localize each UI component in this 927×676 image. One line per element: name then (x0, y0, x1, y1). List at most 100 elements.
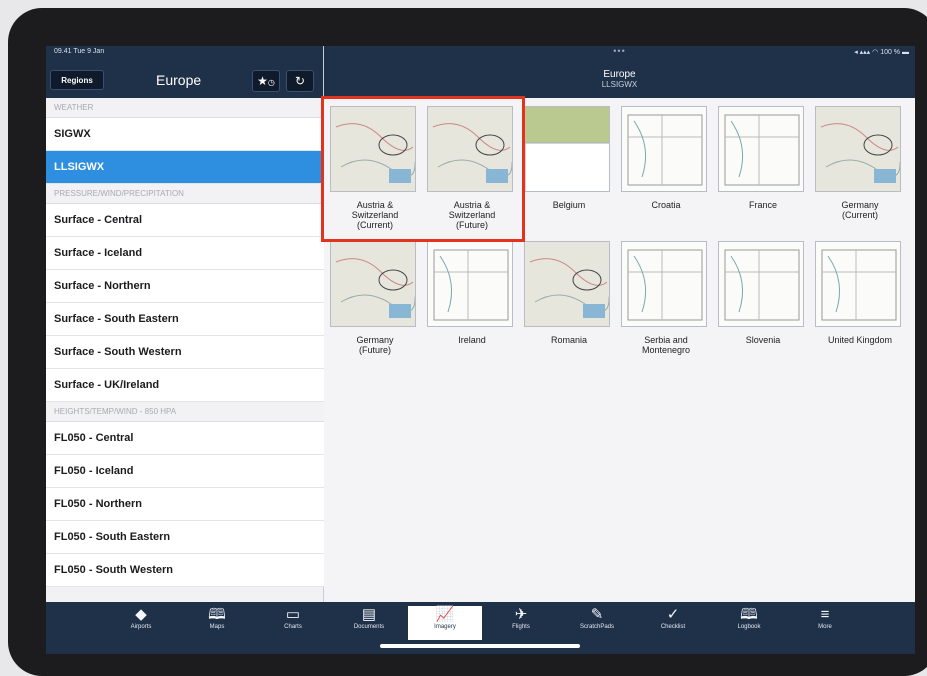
tile-label: Ireland (427, 335, 517, 345)
tab-airports[interactable]: ◆ Airports (104, 606, 178, 640)
refresh-icon: ↻ (294, 74, 306, 88)
imagery-tile[interactable]: Slovenia (718, 241, 808, 371)
content-subtitle: LLSIGWX (601, 80, 638, 89)
imagery-tile[interactable]: United Kingdom (815, 241, 905, 371)
tab-label: Airports (130, 624, 152, 630)
tile-label-line: Ireland (458, 335, 486, 345)
tab-charts[interactable]: ▭ Charts (256, 606, 330, 640)
tile-label-line: Slovenia (745, 335, 781, 345)
more-icon: ≡ (820, 606, 830, 623)
imagery-tile[interactable]: Ireland (427, 241, 517, 371)
imagery-tile[interactable]: France (718, 106, 808, 236)
chart-thumbnail[interactable] (330, 241, 416, 327)
sidebar-item[interactable]: SIGWX (46, 118, 324, 151)
sidebar-item[interactable]: FL050 - Northern (46, 488, 324, 521)
tab-label: Imagery (434, 624, 456, 630)
tile-label-line: Belgium (552, 200, 586, 210)
sidebar-item[interactable]: Surface - Central (46, 204, 324, 237)
status-battery: ◂ ▴▴▴ ◠ 100 % ▬ (854, 49, 909, 56)
tab-label: Flights (512, 624, 530, 630)
chart-thumbnail[interactable] (815, 106, 901, 192)
tile-label-line: (Future) (358, 345, 391, 355)
tile-label: Slovenia (718, 335, 808, 345)
charts-icon: ▭ (285, 606, 301, 623)
tile-label: Belgium (524, 200, 614, 210)
sidebar-item[interactable]: Surface - South Eastern (46, 303, 324, 336)
tab-maps[interactable]: 🕮 Maps (180, 606, 254, 640)
section-header: PRESSURE/WIND/PRECIPITATION (46, 184, 324, 204)
tab-more[interactable]: ≡ More (788, 606, 862, 640)
sidebar-item[interactable]: Surface - UK/Ireland (46, 369, 324, 402)
sidebar-item[interactable]: Surface - Northern (46, 270, 324, 303)
sidebar-item[interactable]: FL050 - South Western (46, 554, 324, 587)
favorites-button[interactable]: ★◷ (252, 70, 280, 92)
map-icon: 🕮 (208, 606, 226, 623)
tab-label: Charts (284, 624, 302, 630)
tab-label: More (818, 624, 832, 630)
sidebar-item[interactable]: LLSIGWX (46, 151, 324, 184)
home-indicator (380, 644, 580, 648)
chart-thumbnail[interactable] (524, 106, 610, 192)
tile-label-line: Romania (550, 335, 588, 345)
tile-label: Croatia (621, 200, 711, 210)
tile-label: Germany (Future) (330, 335, 420, 355)
sidebar-header: 09.41 Tue 9 Jan Regions Europe ★◷ ↻ (46, 46, 323, 98)
tab-label: ScratchPads (579, 624, 615, 630)
documents-icon: ▤ (361, 606, 377, 623)
tab-label: Maps (209, 624, 225, 630)
status-time: 09.41 Tue 9 Jan (54, 48, 105, 55)
refresh-button[interactable]: ↻ (286, 70, 314, 92)
tile-label: Romania (524, 335, 614, 345)
content-title: Europe (603, 69, 636, 80)
tab-scratchpads[interactable]: ✎ ScratchPads (560, 606, 634, 640)
imagery-tile[interactable]: Germany (Future) (330, 241, 420, 371)
tile-label-line: Montenegro (641, 345, 691, 355)
tab-label: Checklist (660, 624, 686, 630)
checklist-icon: ✓ (666, 606, 680, 623)
tab-checklist[interactable]: ✓ Checklist (636, 606, 710, 640)
tile-label-line: Germany (841, 200, 879, 210)
sidebar-item[interactable]: Surface - Iceland (46, 237, 324, 270)
multitask-dots-icon[interactable]: ••• (324, 46, 915, 56)
sidebar: 09.41 Tue 9 Jan Regions Europe ★◷ ↻ WEAT… (46, 46, 324, 602)
tile-label-line: United Kingdom (827, 335, 893, 345)
tile-label: Serbia and Montenegro (621, 335, 711, 355)
tab-documents[interactable]: ▤ Documents (332, 606, 406, 640)
imagery-tile[interactable]: Belgium (524, 106, 614, 236)
sidebar-item[interactable]: FL050 - Iceland (46, 455, 324, 488)
imagery-tile[interactable]: Romania (524, 241, 614, 371)
section-header: WEATHER (46, 98, 324, 118)
chart-thumbnail[interactable] (621, 241, 707, 327)
selection-highlight (321, 96, 525, 242)
scratchpad-icon: ✎ (590, 606, 604, 623)
airport-icon: ◆ (135, 606, 147, 623)
tab-flights[interactable]: ✈ Flights (484, 606, 558, 640)
app-screen: 09.41 Tue 9 Jan Regions Europe ★◷ ↻ WEAT… (46, 46, 915, 654)
imagery-tile[interactable]: Croatia (621, 106, 711, 236)
sidebar-item[interactable]: Surface - South Western (46, 336, 324, 369)
sidebar-item[interactable]: FL050 - Central (46, 422, 324, 455)
chart-thumbnail[interactable] (427, 241, 513, 327)
regions-button[interactable]: Regions (50, 70, 104, 90)
imagery-icon: 📈 (435, 606, 455, 623)
star-clock-icon: ★◷ (257, 74, 275, 88)
sidebar-item[interactable]: FL050 - South Eastern (46, 521, 324, 554)
chart-thumbnail[interactable] (718, 241, 804, 327)
tile-label: France (718, 200, 808, 210)
chart-thumbnail[interactable] (621, 106, 707, 192)
sidebar-title: Europe (156, 72, 202, 88)
tab-imagery[interactable]: 📈 Imagery (408, 606, 482, 640)
chart-thumbnail[interactable] (718, 106, 804, 192)
flights-icon: ✈ (514, 606, 528, 623)
signal-icon: ◂ ▴▴▴ ◠ (854, 49, 881, 56)
tile-label: Germany (Current) (815, 200, 905, 220)
imagery-tile[interactable]: Germany (Current) (815, 106, 905, 236)
imagery-tile[interactable]: Serbia and Montenegro (621, 241, 711, 371)
chart-thumbnail[interactable] (524, 241, 610, 327)
tile-label-line: Croatia (651, 200, 681, 210)
ipad-frame: 09.41 Tue 9 Jan Regions Europe ★◷ ↻ WEAT… (8, 8, 927, 676)
content-header: ••• ◂ ▴▴▴ ◠ 100 % ▬ Europe LLSIGWX (324, 46, 915, 98)
chart-thumbnail[interactable] (815, 241, 901, 327)
tab-label: Documents (353, 624, 385, 630)
tab-logbook[interactable]: 🕮 Logbook (712, 606, 786, 640)
